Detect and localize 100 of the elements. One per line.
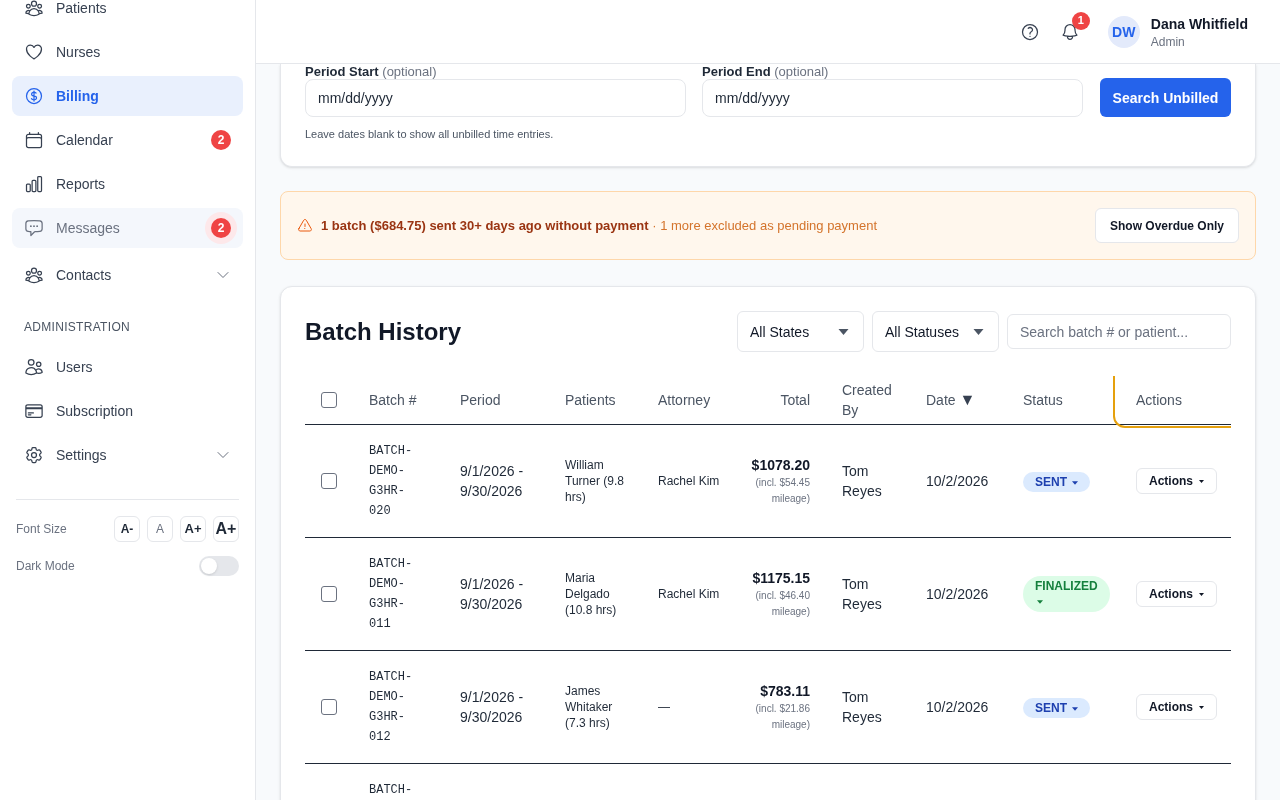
mileage-note: (incl. $21.86 mileage) bbox=[754, 702, 810, 732]
mileage-note: (incl. $46.40 mileage) bbox=[754, 589, 810, 619]
row-checkbox[interactable] bbox=[321, 699, 337, 715]
column-header: Batch # bbox=[369, 391, 417, 410]
period-range: 9/1/2026 - 9/30/2026 bbox=[460, 462, 525, 501]
batch-number: BATCH-DEMO-G3HR-011 bbox=[369, 556, 414, 633]
count-badge: 2 bbox=[211, 130, 231, 150]
sidebar-item[interactable]: Billing bbox=[12, 76, 243, 116]
select-all-checkbox[interactable] bbox=[321, 392, 337, 408]
sidebar-item[interactable]: Subscription bbox=[12, 391, 243, 431]
period-range: 9/1/2026 - 9/30/2026 bbox=[460, 575, 525, 614]
dark-mode-toggle[interactable] bbox=[199, 556, 239, 576]
caret-down-icon bbox=[1072, 706, 1079, 711]
count-badge: 2 bbox=[205, 212, 237, 244]
sidebar-item[interactable]: Contacts bbox=[12, 255, 243, 295]
actions-menu-button[interactable]: Actions bbox=[1136, 694, 1217, 720]
status-badge[interactable]: FINALIZED bbox=[1023, 575, 1110, 612]
sidebar-item[interactable]: Patients bbox=[12, 0, 243, 28]
total-amount: $1078.20 bbox=[751, 456, 810, 475]
caret-down-icon bbox=[1199, 592, 1204, 596]
caret-down-icon bbox=[1199, 479, 1204, 483]
column-header: Created By bbox=[842, 381, 893, 420]
column-header[interactable]: Date bbox=[926, 390, 956, 410]
sort-arrow: ▼ bbox=[959, 390, 976, 410]
date-field[interactable]: mm/dd/yyyy bbox=[702, 79, 1083, 117]
search-field[interactable]: Search batch # or patient... bbox=[1007, 314, 1231, 349]
batch-number: BATCH- bbox=[369, 782, 414, 799]
sidebar-item[interactable]: Nurses bbox=[12, 32, 243, 72]
actions-menu-button[interactable]: Actions bbox=[1136, 581, 1217, 607]
font-default-button[interactable]: A bbox=[147, 516, 173, 542]
column-header: Actions bbox=[1136, 391, 1182, 410]
field-label: Period Start (optional) bbox=[305, 64, 438, 79]
help-text: Leave dates blank to show all unbilled time entries. bbox=[305, 127, 555, 142]
date-field[interactable]: mm/dd/yyyy bbox=[305, 79, 686, 117]
filter-select[interactable]: All Statuses bbox=[872, 311, 999, 352]
patient-list: Maria Delgado (10.8 hrs) bbox=[565, 570, 630, 618]
column-header: Period bbox=[460, 391, 501, 410]
attorney-name: — bbox=[658, 699, 671, 715]
sidebar-item[interactable]: Settings bbox=[12, 435, 243, 475]
patient-list: James Whitaker (7.3 hrs) bbox=[565, 683, 630, 731]
batch-date: 10/2/2026 bbox=[926, 472, 990, 491]
sidebar-item[interactable]: Reports bbox=[12, 164, 243, 204]
total-amount: $783.11 bbox=[760, 682, 810, 701]
column-header: Total bbox=[780, 391, 810, 410]
mileage-note: (incl. $54.45 mileage) bbox=[754, 476, 810, 506]
people-icon bbox=[24, 265, 44, 285]
help-icon bbox=[1019, 21, 1040, 42]
creator-name: Tom Reyes bbox=[842, 575, 883, 614]
section-heading: ADMINISTRATION bbox=[23, 319, 131, 335]
user-avatar[interactable]: DW bbox=[1107, 15, 1140, 48]
sidebar-item[interactable]: Users bbox=[12, 347, 243, 387]
font-size-label: Font Size bbox=[16, 521, 67, 537]
filter-select[interactable]: All States bbox=[737, 311, 864, 352]
settings-icon bbox=[24, 445, 44, 465]
creator-name: Tom Reyes bbox=[842, 688, 883, 727]
batch-date: 10/2/2026 bbox=[926, 585, 990, 604]
calendar-icon bbox=[24, 130, 44, 150]
caret-down-icon bbox=[838, 328, 849, 335]
people-icon bbox=[24, 0, 44, 18]
total-amount: $1175.15 bbox=[752, 569, 810, 588]
bar-chart-icon bbox=[24, 174, 44, 194]
font-smaller-button[interactable]: A- bbox=[114, 516, 140, 542]
attorney-name: Rachel Kim bbox=[658, 473, 721, 489]
column-header: Patients bbox=[565, 391, 616, 410]
row-checkbox[interactable] bbox=[321, 586, 337, 602]
user-role: Admin bbox=[1150, 33, 1186, 50]
caret-down-icon bbox=[1037, 600, 1043, 605]
column-header: Status bbox=[1023, 391, 1063, 410]
two-people-icon bbox=[24, 357, 44, 377]
attorney-name: Rachel Kim bbox=[658, 586, 721, 602]
credit-card-icon bbox=[24, 401, 44, 421]
sidebar-item[interactable]: Calendar 2 bbox=[12, 120, 243, 160]
field-label: Period End (optional) bbox=[702, 64, 830, 79]
user-name: Dana Whitfield bbox=[1150, 14, 1248, 34]
period-range: 9/1/2026 - 9/30/2026 bbox=[460, 688, 525, 727]
batch-date: 10/2/2026 bbox=[926, 698, 990, 717]
row-checkbox[interactable] bbox=[321, 473, 337, 489]
chat-bubble-icon bbox=[24, 218, 44, 238]
dark-mode-label: Dark Mode bbox=[16, 558, 75, 574]
show-overdue-button[interactable]: Show Overdue Only bbox=[1094, 208, 1239, 243]
patient-list: William Turner (9.8 hrs) bbox=[565, 457, 630, 505]
creator-name: Tom Reyes bbox=[842, 462, 883, 501]
notification-count: 1 bbox=[1071, 11, 1090, 30]
actions-menu-button[interactable]: Actions bbox=[1136, 468, 1217, 494]
status-badge[interactable]: SENT bbox=[1023, 698, 1091, 718]
status-badge[interactable]: SENT bbox=[1023, 472, 1091, 492]
column-header: Attorney bbox=[658, 391, 711, 410]
batch-number: BATCH-DEMO-G3HR-020 bbox=[369, 443, 414, 520]
caret-down-icon bbox=[1199, 705, 1204, 709]
font-largest-button[interactable]: A+ bbox=[213, 516, 239, 542]
notifications-button[interactable]: 1 bbox=[1051, 13, 1088, 50]
caret-down-icon bbox=[973, 328, 984, 335]
section-title: Batch History bbox=[305, 316, 462, 347]
search-unbilled-button[interactable]: Search Unbilled bbox=[1100, 78, 1231, 117]
sidebar-item[interactable]: Messages 2 bbox=[12, 208, 243, 248]
heart-icon bbox=[24, 42, 44, 62]
alert-message: 1 batch ($684.75) sent 30+ days ago without payment · 1 more excluded as pending payment bbox=[321, 216, 877, 235]
font-larger-button[interactable]: A+ bbox=[180, 516, 206, 542]
batch-number: BATCH-DEMO-G3HR-012 bbox=[369, 669, 414, 746]
warning-icon bbox=[297, 217, 313, 234]
